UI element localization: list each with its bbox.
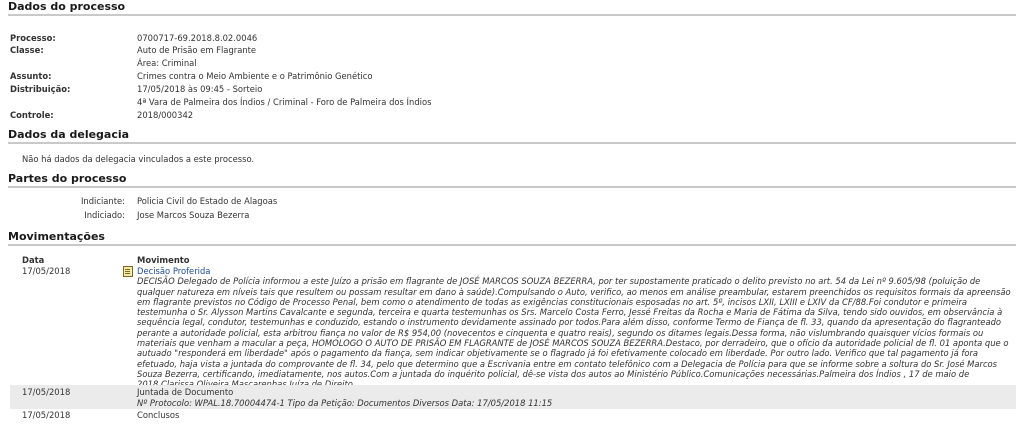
movement-detail: Nº Protocolo: WPAL.18.70004474-1 Tipo da… [137, 397, 553, 408]
label-indiciante: Indiciante: [80, 196, 125, 206]
label-controle: Controle: [10, 110, 54, 120]
section-title-partes: Partes do processo [8, 172, 1016, 188]
label-indiciado: Indiciado: [84, 210, 125, 220]
movement-title: Conclusos [137, 410, 180, 420]
value-classe: Auto de Prisão em Flagrante [137, 45, 257, 55]
column-header-data: Data [22, 255, 45, 265]
value-indiciante: Policia Civil do Estado de Alagoas [137, 196, 278, 206]
value-vara: 4ª Vara de Palmeira dos Índios / Crimina… [137, 97, 432, 107]
table-row: 17/05/2018 Juntada de Documento Nº Proto… [10, 385, 1016, 409]
value-processo: 0700717-69.2018.8.02.0046 [137, 33, 258, 43]
section-title-dados-processo: Dados do processo [8, 0, 1016, 16]
movement-date: 17/05/2018 [22, 387, 71, 397]
section-title-dados-delegacia: Dados da delegacia [8, 128, 1016, 144]
movement-title: Juntada de Documento [137, 387, 234, 397]
value-assunto: Crimes contra o Meio Ambiente e o Patrim… [137, 71, 373, 81]
movement-title-link[interactable]: Decisão Proferida [137, 266, 210, 276]
document-icon[interactable] [123, 266, 133, 277]
section-title-movimentacoes: Movimentações [8, 230, 1016, 246]
table-row: 17/05/2018 Decisão Proferida DECISÃO Del… [10, 265, 1016, 389]
label-classe: Classe: [10, 45, 44, 55]
value-controle: 2018/000342 [137, 110, 194, 120]
movement-detail: DECISÃO Delegado de Polícia informou a e… [137, 276, 1011, 389]
label-distribuicao: Distribuição: [10, 84, 71, 94]
movement-date: 17/05/2018 [22, 410, 71, 420]
label-assunto: Assunto: [10, 71, 52, 81]
column-header-movimento: Movimento [137, 255, 190, 265]
value-area: Área: Criminal [137, 58, 197, 68]
movement-date: 17/05/2018 [22, 266, 71, 276]
value-distribuicao: 17/05/2018 às 09:45 - Sorteio [137, 84, 263, 94]
label-processo: Processo: [10, 33, 56, 43]
value-indiciado: Jose Marcos Souza Bezerra [137, 210, 250, 220]
table-row: 17/05/2018 Conclusos [10, 410, 1016, 424]
delegacia-message: Não há dados da delegacia vinculados a e… [22, 154, 255, 164]
